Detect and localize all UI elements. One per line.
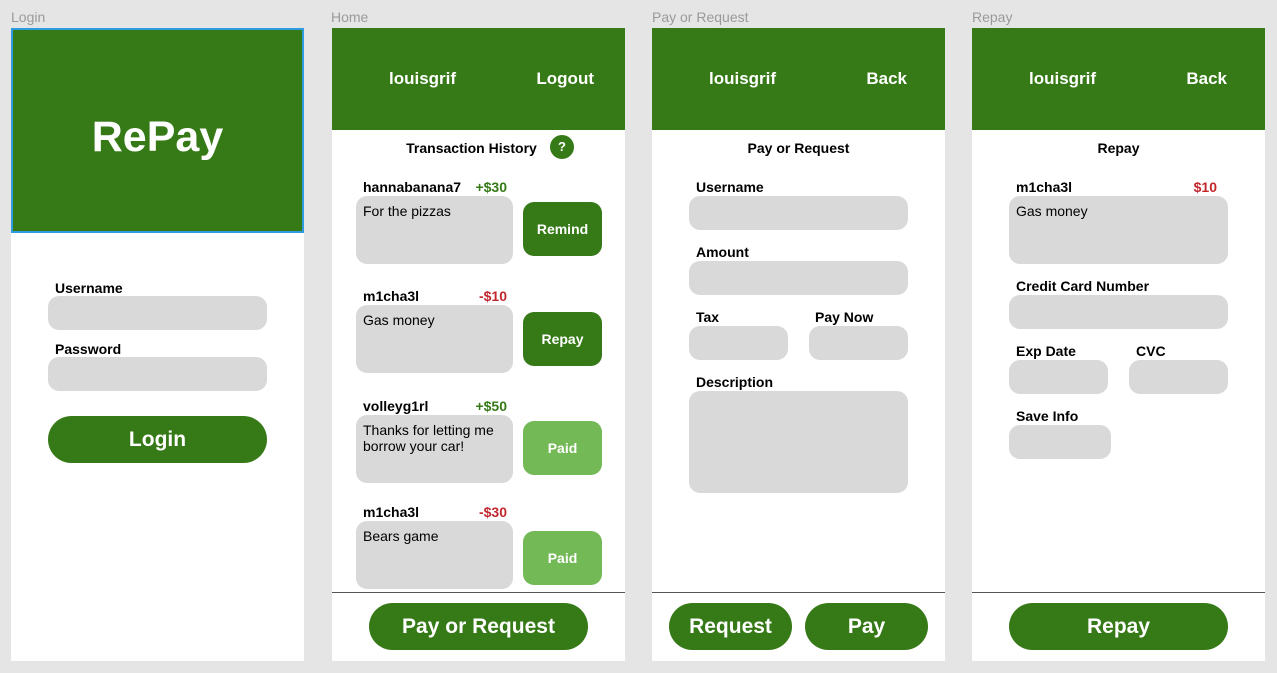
repay-memo: Gas money: [1016, 203, 1088, 219]
credit-card-input[interactable]: [1009, 295, 1228, 329]
transaction-amount: -$30: [478, 504, 507, 520]
login-button[interactable]: Login: [48, 416, 267, 463]
page-title: Pay or Request: [747, 140, 850, 156]
repay-button[interactable]: Repay: [523, 312, 602, 366]
account-username: louisgrif: [389, 69, 457, 88]
password-input[interactable]: [48, 357, 267, 391]
transaction-memo: Gas money: [363, 312, 435, 328]
paid-status-button[interactable]: Paid: [523, 421, 602, 475]
password-label: Password: [55, 341, 122, 357]
frame-label-pay-or-request: Pay or Request: [652, 9, 749, 25]
transaction-item: m1cha3l -$10 Gas money Repay: [332, 288, 625, 388]
username-label: Username: [696, 179, 764, 195]
help-icon[interactable]: ?: [550, 135, 574, 159]
username-input[interactable]: [48, 296, 267, 330]
pay-or-request-screen: louisgrif Back Pay or Request Username A…: [652, 28, 945, 661]
page-title: Repay: [1097, 140, 1140, 156]
username-label: Username: [55, 280, 123, 296]
frame-label-login: Login: [11, 9, 46, 25]
transaction-user: hannabanana7: [363, 179, 462, 195]
repay-screen: louisgrif Back Repay m1cha3l $10 Gas mon…: [972, 28, 1265, 661]
transaction-item: m1cha3l -$30 Bears game Paid: [332, 504, 625, 604]
pay-now-input[interactable]: [809, 326, 908, 360]
frame-label-home: Home: [331, 9, 369, 25]
transaction-amount: +$30: [475, 179, 507, 195]
paid-status-button[interactable]: Paid: [523, 531, 602, 585]
repay-header: louisgrif Back: [972, 28, 1265, 130]
login-screen: RePay Username Password Login: [11, 28, 304, 661]
description-textarea[interactable]: [689, 391, 908, 493]
footer-divider: [972, 592, 1265, 593]
amount-input[interactable]: [689, 261, 908, 295]
transaction-user: m1cha3l: [363, 288, 420, 304]
logout-button[interactable]: Logout: [536, 69, 594, 89]
home-header: louisgrif Logout: [332, 28, 625, 130]
exp-date-input[interactable]: [1009, 360, 1108, 394]
pay-now-label: Pay Now: [815, 309, 874, 325]
transaction-amount: -$10: [478, 288, 507, 304]
amount-label: Amount: [696, 244, 749, 260]
cvc-label: CVC: [1136, 343, 1166, 359]
recipient-name: m1cha3l: [1016, 179, 1073, 195]
request-button[interactable]: Request: [669, 603, 792, 650]
pay-header: louisgrif Back: [652, 28, 945, 130]
transaction-memo: Bears game: [363, 528, 439, 544]
save-info-label: Save Info: [1016, 408, 1079, 424]
frame-label-repay: Repay: [972, 9, 1013, 25]
transaction-item: volleyg1rl +$50 Thanks for letting me bo…: [332, 398, 625, 498]
tax-label: Tax: [696, 309, 720, 325]
back-button[interactable]: Back: [1186, 69, 1227, 89]
transaction-memo-box: Gas money: [356, 305, 513, 373]
transaction-user: volleyg1rl: [363, 398, 429, 414]
account-username: louisgrif: [709, 69, 777, 88]
transaction-amount: +$50: [475, 398, 507, 414]
page-title: Transaction History: [406, 140, 537, 156]
pay-or-request-button[interactable]: Pay or Request: [369, 603, 588, 650]
description-label: Description: [696, 374, 774, 390]
cvc-input[interactable]: [1129, 360, 1228, 394]
repay-amount: $10: [1193, 179, 1217, 195]
username-input[interactable]: [689, 196, 908, 230]
transaction-item: hannabanana7 +$30 For the pizzas Remind: [332, 179, 625, 279]
home-screen: louisgrif Logout Transaction History ? h…: [332, 28, 625, 661]
transaction-memo: Thanks for letting me borrow your car!: [363, 422, 494, 454]
exp-date-label: Exp Date: [1016, 343, 1076, 359]
credit-card-label: Credit Card Number: [1016, 278, 1150, 294]
transaction-memo-box: Bears game: [356, 521, 513, 589]
transaction-memo-box: For the pizzas: [356, 196, 513, 264]
save-info-toggle[interactable]: [1009, 425, 1111, 459]
transaction-memo-box: Thanks for letting me borrow your car!: [356, 415, 513, 483]
memo-box: Gas money: [1009, 196, 1228, 264]
footer-divider: [332, 592, 625, 593]
pay-button[interactable]: Pay: [805, 603, 928, 650]
back-button[interactable]: Back: [866, 69, 907, 89]
account-username: louisgrif: [1029, 69, 1097, 88]
transaction-memo: For the pizzas: [363, 203, 451, 219]
footer-divider: [652, 592, 945, 593]
login-header: RePay: [11, 28, 304, 233]
tax-input[interactable]: [689, 326, 788, 360]
remind-button[interactable]: Remind: [523, 202, 602, 256]
app-logo: RePay: [91, 113, 224, 161]
transaction-user: m1cha3l: [363, 504, 420, 520]
repay-submit-button[interactable]: Repay: [1009, 603, 1228, 650]
